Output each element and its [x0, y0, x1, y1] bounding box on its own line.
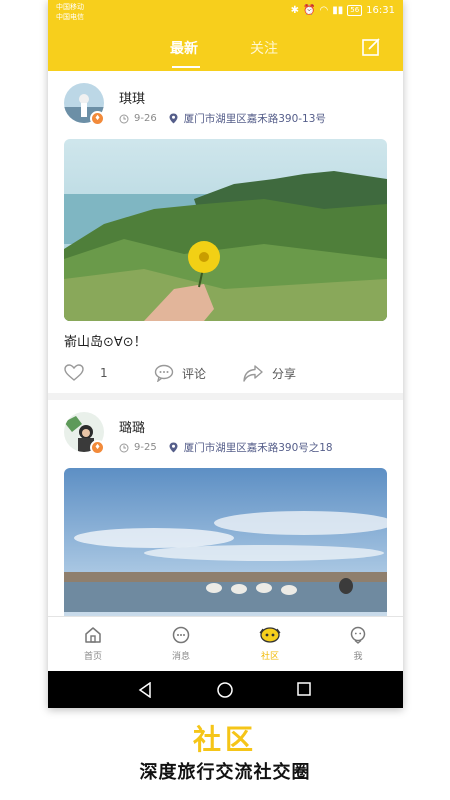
post-meta: 9-25 厦门市湖里区嘉禾路390号之18 — [119, 440, 333, 455]
page: 中国移动 中国电信 ✱ ⏰ ◠ ▮▮ 56 16:31 最新 关注 ♦ 琪琪 9… — [0, 0, 450, 800]
location-pin-icon — [169, 113, 178, 124]
clock-icon — [119, 443, 129, 452]
location-pin-icon — [169, 442, 178, 453]
home-icon — [85, 627, 101, 643]
user-badge-icon: ♦ — [90, 440, 105, 455]
heart-icon — [64, 364, 84, 381]
alarm-icon: ⏰ — [303, 5, 316, 16]
nav-community[interactable]: 社区 — [240, 625, 300, 662]
signal-icon: ▮▮ — [332, 5, 344, 16]
me-icon — [350, 626, 366, 644]
tab-latest[interactable]: 最新 — [170, 38, 198, 58]
like-button[interactable]: 1 — [64, 364, 108, 382]
post-date: 9-26 — [134, 113, 157, 124]
comment-label: 评论 — [182, 366, 207, 381]
post-feed[interactable]: ♦ 琪琪 9-26 厦门市湖里区嘉禾路390-13号 嵛山岛⊙∀⊙！ 1 评论 … — [48, 71, 403, 616]
share-icon — [243, 365, 263, 382]
battery-indicator: 56 — [347, 5, 363, 16]
home-circle-icon[interactable] — [217, 682, 233, 698]
nav-messages[interactable]: 消息 — [151, 625, 211, 662]
recents-icon[interactable] — [297, 682, 311, 696]
post-photo[interactable] — [64, 468, 387, 616]
like-count: 1 — [100, 366, 108, 380]
edit-icon[interactable] — [361, 37, 381, 57]
share-button[interactable]: 分享 — [242, 364, 296, 382]
bottom-nav: 首页 消息 社区 我 — [48, 616, 403, 671]
clock-icon — [119, 114, 129, 123]
active-tab-indicator — [172, 66, 200, 68]
carrier-info: 中国移动 中国电信 — [56, 2, 84, 22]
app-header: 最新 关注 — [48, 24, 403, 71]
message-icon — [172, 626, 190, 644]
bluetooth-icon: ✱ — [290, 5, 300, 16]
system-nav-bar — [48, 671, 403, 708]
post-username[interactable]: 璐璐 — [119, 417, 145, 436]
post-username[interactable]: 琪琪 — [119, 88, 145, 107]
nav-home[interactable]: 首页 — [63, 625, 123, 662]
post-caption: 嵛山岛⊙∀⊙！ — [64, 335, 147, 350]
back-icon[interactable] — [138, 682, 152, 698]
post-actions: 1 评论 分享 — [64, 364, 387, 386]
post-location[interactable]: 厦门市湖里区嘉禾路390号之18 — [184, 440, 333, 455]
post-card[interactable]: ♦ 璐璐 9-25 厦门市湖里区嘉禾路390号之18 — [48, 400, 403, 616]
wifi-icon: ◠ — [319, 5, 329, 16]
promo-subtitle: 深度旅行交流社交圈 — [139, 762, 311, 783]
share-label: 分享 — [272, 366, 297, 381]
nav-home-label: 首页 — [83, 652, 102, 662]
clock-time: 16:31 — [366, 5, 395, 16]
phone-screen: 中国移动 中国电信 ✱ ⏰ ◠ ▮▮ 56 16:31 最新 关注 ♦ 琪琪 9… — [48, 0, 403, 708]
post-photo[interactable] — [64, 139, 387, 321]
nav-me-label: 我 — [353, 652, 363, 662]
community-icon — [259, 627, 281, 643]
tab-follow[interactable]: 关注 — [250, 38, 278, 58]
comment-button[interactable]: 评论 — [154, 364, 206, 382]
status-bar: 中国移动 中国电信 ✱ ⏰ ◠ ▮▮ 56 16:31 — [48, 0, 403, 24]
comment-icon — [154, 364, 174, 382]
user-badge-icon: ♦ — [90, 111, 105, 126]
carrier-1: 中国移动 — [56, 3, 84, 11]
nav-community-label: 社区 — [260, 652, 279, 662]
status-icons: ✱ ⏰ ◠ ▮▮ 56 16:31 — [291, 5, 395, 16]
post-meta: 9-26 厦门市湖里区嘉禾路390-13号 — [119, 111, 326, 126]
carrier-2: 中国电信 — [56, 13, 84, 21]
post-date: 9-25 — [134, 442, 157, 453]
post-location[interactable]: 厦门市湖里区嘉禾路390-13号 — [184, 111, 326, 126]
nav-messages-label: 消息 — [171, 652, 190, 662]
nav-me[interactable]: 我 — [328, 625, 388, 662]
post-card[interactable]: ♦ 琪琪 9-26 厦门市湖里区嘉禾路390-13号 嵛山岛⊙∀⊙！ 1 评论 … — [48, 71, 403, 393]
promo-title: 社区 — [192, 723, 257, 756]
